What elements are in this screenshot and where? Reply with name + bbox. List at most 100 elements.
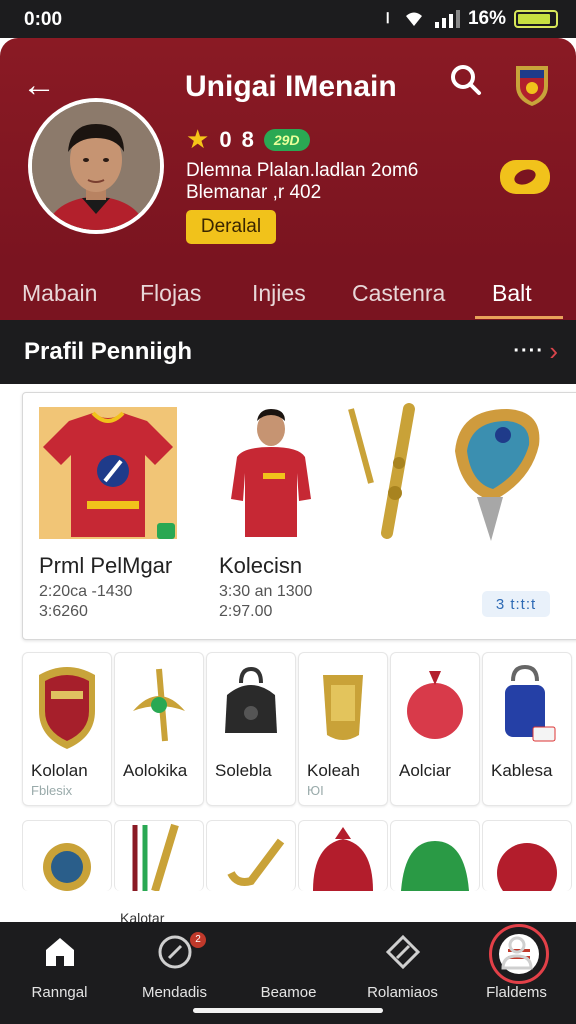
rating-value: 0 [219, 126, 232, 152]
card-label: Solebla [215, 761, 272, 780]
collection-card[interactable]: Koleah ЮІ [298, 652, 388, 806]
jersey-image[interactable] [39, 407, 177, 539]
status-time: 0:00 [24, 9, 63, 30]
golden-cup-icon [323, 675, 363, 740]
nav-label: Mendadis [141, 984, 208, 1001]
profile-icon [501, 936, 533, 970]
back-arrow-icon[interactable]: ← [22, 66, 56, 105]
featured-item-label[interactable]: Prml PelMgar [39, 553, 172, 579]
collection-card[interactable]: Kololan Fblesix [22, 652, 112, 806]
medal-icon [43, 843, 91, 891]
red-pouch-icon [313, 827, 373, 891]
avatar[interactable] [28, 98, 164, 234]
mute-icon: ⏽ [381, 10, 394, 27]
section-title: Prafil Penniigh [24, 338, 193, 365]
black-bag-icon [225, 666, 277, 733]
profile-info-line1: Dlemna Plalan.ladlan 2om6 [186, 160, 419, 181]
collection-card[interactable] [114, 820, 204, 893]
avatar-photo [32, 102, 160, 230]
tab-flojas[interactable]: Flojas [140, 280, 201, 307]
collection-card[interactable] [482, 820, 572, 903]
card-label: Kololan [31, 761, 88, 780]
ball-action-button[interactable] [500, 160, 550, 194]
level-badge: 29D [263, 128, 310, 151]
shield-badge-icon [39, 667, 95, 749]
nav-label: Flaldems [486, 984, 547, 1001]
edit-icon [385, 934, 421, 970]
collection-card[interactable] [22, 820, 112, 891]
featured-item-label-2[interactable]: Kolecisn [219, 553, 302, 579]
rating-row: ★ 0 8 29D [186, 124, 310, 155]
rating-count: 8 [241, 126, 254, 152]
nav-flaldems[interactable]: Flaldems [459, 922, 574, 1012]
signal-icon [434, 10, 460, 28]
ornate-shield-image[interactable] [447, 401, 547, 541]
battery-fill [518, 14, 551, 24]
green-cap-icon [401, 841, 469, 891]
golden-stick-icon [348, 403, 415, 539]
player-kit-image[interactable] [219, 403, 323, 543]
red-ball-icon [407, 671, 463, 739]
home-indicator[interactable] [193, 1008, 383, 1013]
player-figure-icon [231, 409, 311, 537]
nav-label: Beamoe [260, 984, 317, 1001]
nav-label: Rolamiaos [367, 984, 438, 1001]
featured-item-price2: 3:6260 [39, 603, 88, 620]
profile-header: ← Unigai IMenain ★ 0 8 29D Dlemna Plalan… [0, 38, 576, 264]
nav-ranngal[interactable]: Ranngal [2, 922, 117, 1012]
wifi-icon [405, 12, 422, 26]
chevron-right-icon[interactable]: › [549, 336, 558, 367]
sticks-icon [132, 823, 179, 893]
page-title: Unigai IMenain [185, 70, 397, 103]
search-icon[interactable] [448, 62, 484, 98]
featured-item-price-2: 3:30 an 1300 [219, 583, 313, 600]
player-portrait-icon [32, 102, 160, 230]
active-tab-indicator [475, 316, 563, 319]
battery-icon [514, 10, 558, 28]
hook-icon [227, 838, 285, 886]
nav-beamoe[interactable]: Beamoe [231, 922, 549, 1012]
blue-bag-icon [505, 664, 556, 742]
collection-card[interactable]: Solebla [206, 652, 296, 806]
collection-card[interactable]: Aolokika [114, 652, 204, 806]
collection-card[interactable]: Aolciar [390, 652, 480, 806]
tab-bar: Mabain Flojas Injies Castenra Balt [0, 264, 576, 320]
collection-grid-row2 [22, 820, 576, 903]
nav-rolamiaos[interactable]: Rolamiaos [345, 922, 460, 1012]
golden-stick-image[interactable] [347, 403, 427, 543]
collection-card[interactable]: Kablesa [482, 652, 572, 806]
featured-item-price2-2: 2:97.00 [219, 603, 273, 620]
featured-item-price: 2:20ca -1430 [39, 583, 133, 600]
emblem-icon [133, 668, 185, 742]
more-button[interactable]: ···· [513, 340, 544, 363]
card-label: Aolciar [399, 761, 451, 780]
card-label: Aolokika [123, 761, 188, 780]
home-icon [46, 938, 74, 966]
star-icon: ★ [186, 124, 210, 154]
nav-mendadis[interactable]: Mendadis [117, 922, 232, 1012]
featured-counter[interactable]: 3 t:t:t [482, 591, 550, 617]
card-sub: ЮІ [307, 783, 324, 798]
collection-card[interactable] [390, 820, 480, 891]
section-header: Prafil Penniigh ···· › [0, 320, 576, 384]
ornate-shield-icon [455, 409, 540, 541]
status-right: ⏽ 16% [381, 8, 558, 30]
featured-card: Prml PelMgar 2:20ca -1430 3:6260 Kolecis… [22, 392, 576, 640]
notification-badge: 2 [190, 932, 206, 948]
nav-label: Ranngal [31, 984, 88, 1001]
card-label: Koleah [307, 761, 360, 780]
tab-mabain[interactable]: Mabain [22, 280, 97, 307]
tab-castenra[interactable]: Castenra [352, 280, 445, 307]
profile-info-line2: Blemanar ,r 402 [186, 182, 322, 203]
status-bar: 0:00 ⏽ 16% [0, 0, 576, 38]
detail-button[interactable]: Deralal [186, 210, 276, 244]
collection-card[interactable] [206, 820, 296, 891]
rugby-ball-icon [514, 169, 536, 185]
tab-injies[interactable]: Injies [252, 280, 306, 307]
club-crest-icon[interactable] [512, 62, 552, 108]
collection-card[interactable] [298, 820, 388, 891]
tab-balt[interactable]: Balt [492, 280, 532, 307]
jersey-icon [43, 411, 175, 539]
card-sub: Fblesix [31, 783, 73, 798]
compass-icon [158, 935, 192, 969]
